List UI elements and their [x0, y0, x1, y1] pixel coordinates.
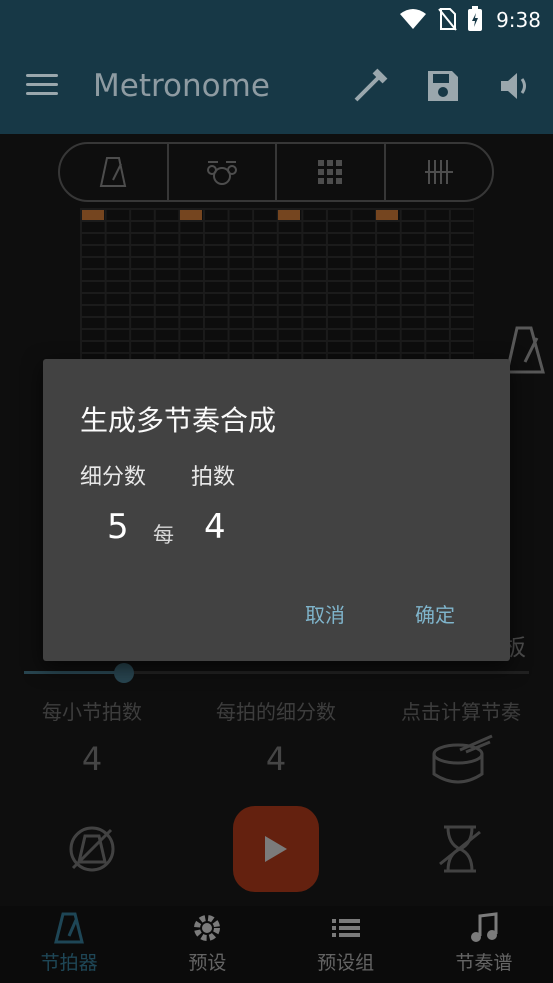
battery-charging-icon: [468, 6, 482, 31]
dialog-title: 生成多节奏合成: [80, 404, 277, 437]
wifi-icon: [400, 9, 426, 29]
subdivision-field-label: 细分数: [80, 465, 147, 490]
subdivision-number-picker[interactable]: 5: [107, 507, 129, 547]
polyrhythm-dialog: 生成多节奏合成 细分数 拍数 5 每 4 取消 确定: [43, 359, 510, 661]
confirm-button[interactable]: 确定: [415, 599, 455, 628]
status-time: 9:38: [496, 8, 541, 32]
app-title: Metronome: [93, 68, 270, 104]
beats-field-label: 拍数: [191, 465, 236, 490]
per-label: 每: [153, 523, 174, 547]
no-sim-icon: [438, 8, 457, 31]
status-bar: 9:38: [0, 0, 553, 38]
menu-icon[interactable]: [26, 74, 58, 100]
beats-number-picker[interactable]: 4: [204, 507, 226, 547]
volume-icon[interactable]: [498, 68, 534, 104]
status-icons: [399, 6, 483, 32]
cancel-button[interactable]: 取消: [305, 599, 345, 628]
app-bar: Metronome: [0, 38, 553, 134]
save-icon[interactable]: [425, 68, 461, 104]
tuning-fork-icon[interactable]: [352, 68, 388, 104]
